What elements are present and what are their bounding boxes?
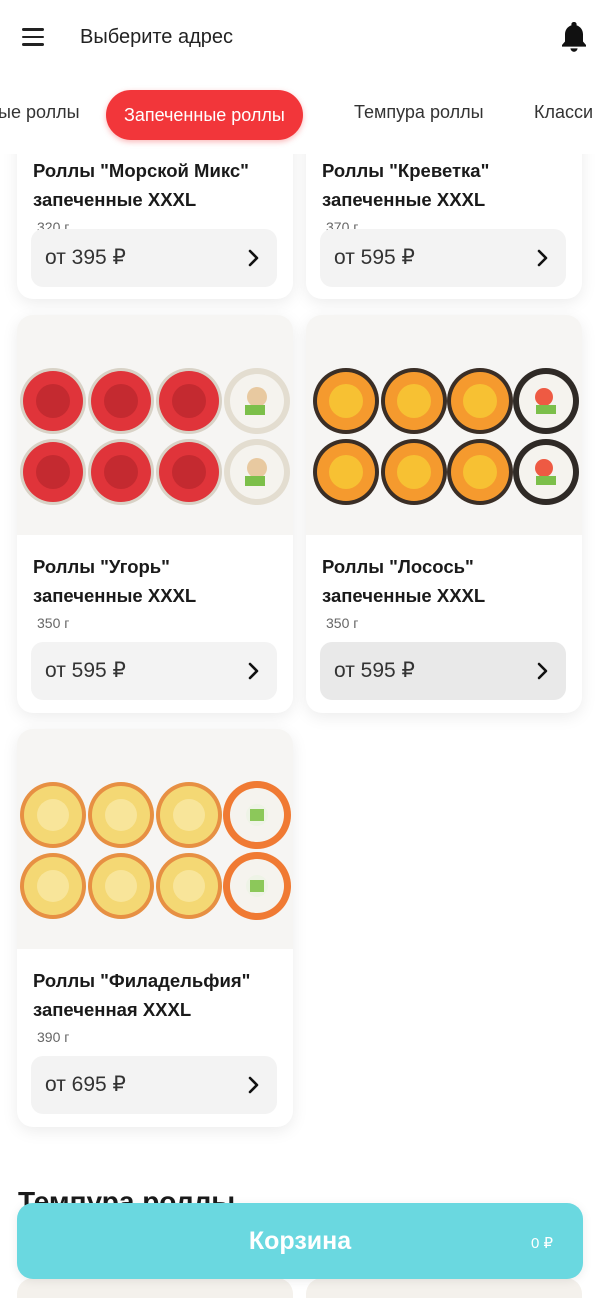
product-image-eel-rolls <box>17 315 293 535</box>
chevron-right-icon <box>537 249 548 267</box>
product-price: от 595 ₽ <box>334 659 415 682</box>
tab-category-prev[interactable]: ые роллы <box>0 102 80 123</box>
product-price: от 595 ₽ <box>334 246 415 269</box>
product-weight: 390 г <box>37 1029 70 1045</box>
cart-sum: 0 ₽ <box>530 1235 553 1252</box>
cart-label: Корзина <box>248 1227 352 1255</box>
cart-button[interactable]: Корзина 0 ₽ <box>17 1203 583 1279</box>
top-bar: Выберите адрес <box>0 0 600 78</box>
price-button[interactable]: от 695 ₽ <box>31 1056 277 1114</box>
category-tabs: ые роллы Запеченные роллы Темпура роллы … <box>0 78 600 154</box>
product-price: от 695 ₽ <box>45 1073 126 1096</box>
product-card-eel[interactable]: Роллы "Угорь" запеченные XXXL 350 г от 5… <box>17 315 293 713</box>
product-title: Роллы "Креветка" запеченные XXXL <box>322 160 490 210</box>
product-grid: Роллы "Морской Микс" запеченные XXXL 320… <box>0 154 600 1298</box>
price-button[interactable]: от 595 ₽ <box>31 642 277 700</box>
product-title: Роллы "Филадельфия" запеченная XXXL <box>33 970 251 1020</box>
chevron-right-icon <box>537 662 548 680</box>
price-button[interactable]: от 595 ₽ <box>320 642 566 700</box>
product-price: от 595 ₽ <box>45 659 126 682</box>
product-title: Роллы "Морской Микс" запеченные XXXL <box>33 160 249 210</box>
chevron-right-icon <box>248 662 259 680</box>
chevron-right-icon <box>248 249 259 267</box>
product-card-sea-mix[interactable]: Роллы "Морской Микс" запеченные XXXL 320… <box>17 154 293 299</box>
tab-baked-rolls[interactable]: Запеченные роллы <box>106 90 303 140</box>
bell-icon[interactable] <box>560 20 588 54</box>
product-card-philadelphia[interactable]: Роллы "Филадельфия" запеченная XXXL 390 … <box>17 729 293 1127</box>
hamburger-menu-icon[interactable] <box>22 28 44 46</box>
product-title: Роллы "Угорь" запеченные XXXL <box>33 556 197 606</box>
product-title: Роллы "Лосось" запеченные XXXL <box>322 556 486 606</box>
address-selector[interactable]: Выберите адрес <box>80 26 233 49</box>
chevron-right-icon <box>248 1076 259 1094</box>
product-card-shrimp[interactable]: Роллы "Креветка" запеченные XXXL 370 г о… <box>306 154 582 299</box>
tab-tempura-rolls[interactable]: Темпура роллы <box>354 102 484 123</box>
product-image-salmon-rolls <box>306 315 582 535</box>
tab-classic-rolls[interactable]: Класси <box>534 102 593 123</box>
product-card-peek[interactable] <box>17 1278 293 1298</box>
product-card-salmon[interactable]: Роллы "Лосось" запеченные XXXL 350 г от … <box>306 315 582 713</box>
price-button[interactable]: от 395 ₽ <box>31 229 277 287</box>
product-weight: 350 г <box>37 615 70 631</box>
product-price: от 395 ₽ <box>45 246 126 269</box>
product-image-philadelphia-rolls <box>17 729 293 949</box>
product-weight: 350 г <box>326 615 359 631</box>
product-card-peek[interactable] <box>306 1278 582 1298</box>
price-button[interactable]: от 595 ₽ <box>320 229 566 287</box>
